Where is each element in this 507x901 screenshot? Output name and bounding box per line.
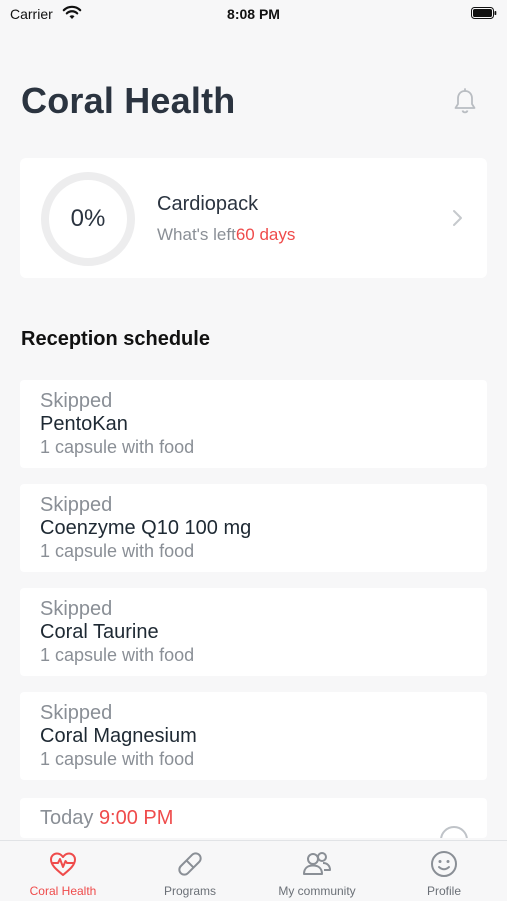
tab-coral-health[interactable]: Coral Health — [0, 841, 126, 901]
item-dose: 1 capsule with food — [40, 437, 195, 457]
heart-pulse-icon — [50, 852, 76, 876]
upcoming-time: Today 9:00 PM — [40, 807, 173, 830]
schedule-item[interactable]: Skipped Coral Taurine 1 capsule with foo… — [20, 588, 487, 676]
pack-card[interactable]: 0% Cardiopack What's left60 days — [20, 158, 487, 278]
page-title: Coral Health — [21, 80, 236, 121]
item-dose: 1 capsule with food — [40, 749, 195, 769]
section-title: Reception schedule — [21, 328, 210, 350]
item-status: Skipped — [40, 390, 113, 412]
upcoming-item[interactable]: Today 9:00 PM — [20, 798, 487, 838]
status-bar: Carrier 8:08 PM — [0, 0, 507, 30]
pill-icon — [178, 852, 202, 876]
item-name: Coral Magnesium — [40, 725, 197, 747]
item-dose: 1 capsule with food — [40, 541, 195, 561]
tab-label: My community — [278, 884, 356, 898]
tab-profile[interactable]: Profile — [381, 841, 507, 901]
schedule-item[interactable]: Skipped Coral Magnesium 1 capsule with f… — [20, 692, 487, 780]
clock: 8:08 PM — [227, 6, 280, 22]
tab-my-community[interactable]: My community — [254, 841, 380, 901]
tab-label: Programs — [163, 884, 216, 898]
item-name: PentoKan — [40, 413, 128, 435]
bell-icon[interactable] — [452, 88, 478, 116]
tab-label: Profile — [426, 884, 461, 898]
item-status: Skipped — [40, 702, 113, 724]
pack-remaining: What's left60 days — [157, 225, 295, 245]
item-dose: 1 capsule with food — [40, 645, 195, 665]
upcoming-day: Today — [40, 807, 94, 829]
people-icon — [303, 852, 331, 875]
chevron-right-icon — [453, 210, 462, 226]
tab-bar: Coral Health Programs My community Profi… — [0, 840, 507, 901]
battery-icon — [471, 7, 497, 19]
upcoming-clock: 9:00 PM — [98, 807, 174, 829]
take-checkbox[interactable] — [440, 826, 468, 838]
pack-name: Cardiopack — [157, 193, 259, 215]
smiley-icon — [431, 851, 457, 877]
schedule-item[interactable]: Skipped Coenzyme Q10 100 mg 1 capsule wi… — [20, 484, 487, 572]
item-status: Skipped — [40, 598, 113, 620]
item-name: Coral Taurine — [40, 621, 159, 643]
remaining-label: What's left — [157, 225, 236, 244]
tab-programs[interactable]: Programs — [127, 841, 253, 901]
remaining-days: 60 days — [235, 225, 296, 244]
item-name: Coenzyme Q10 100 mg — [40, 517, 252, 539]
tab-label: Coral Health — [29, 884, 97, 898]
progress-percent: 0% — [70, 205, 106, 232]
item-status: Skipped — [40, 494, 113, 516]
schedule-item[interactable]: Skipped PentoKan 1 capsule with food — [20, 380, 487, 468]
